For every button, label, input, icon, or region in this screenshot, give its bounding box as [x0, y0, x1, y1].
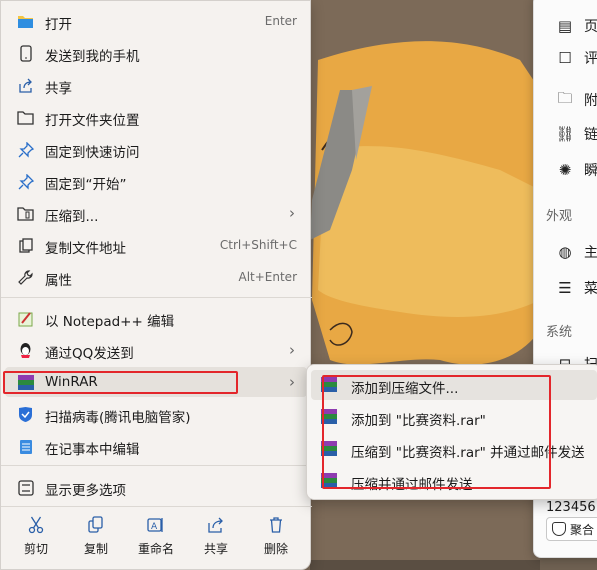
winrar-icon: [321, 473, 338, 490]
menu-divider: [1, 506, 312, 507]
winrar-icon: [321, 377, 338, 394]
more-options-icon: [17, 479, 34, 496]
link-icon: ⛓: [555, 125, 575, 143]
menu-item-edit-notepad[interactable]: 在记事本中编辑: [5, 431, 307, 461]
menu-icon: ☰: [558, 279, 572, 297]
wrench-icon: [17, 269, 34, 286]
shield-icon: [552, 522, 566, 536]
aperture-icon: ✺: [558, 161, 572, 179]
copy-icon: [70, 514, 122, 536]
chevron-right-icon: ›: [289, 204, 295, 222]
menu-divider: [1, 297, 312, 298]
submenu-item-compress-email[interactable]: 压缩并通过邮件发送...: [311, 466, 597, 496]
delete-button[interactable]: 删除: [250, 514, 302, 560]
panel-item-comment[interactable]: ☐ 评: [556, 47, 597, 69]
panel-item-page[interactable]: ▤ 页: [556, 15, 597, 37]
pin-icon: [17, 141, 34, 158]
menu-item-properties[interactable]: 属性 Alt+Enter: [5, 262, 307, 292]
winrar-icon: [17, 374, 34, 391]
share-icon: [190, 514, 242, 536]
rename-icon: A: [130, 514, 182, 536]
submenu-item-compress-email-rar[interactable]: 压缩到 "比赛资料.rar" 并通过邮件发送: [311, 434, 597, 464]
menu-item-winrar[interactable]: WinRAR ›: [5, 367, 307, 397]
chevron-right-icon: ›: [289, 341, 295, 359]
section-system: 系统: [546, 325, 573, 340]
winrar-icon: [321, 441, 338, 458]
menu-item-open[interactable]: 打开 Enter: [5, 6, 307, 36]
qq-icon: [17, 342, 34, 359]
section-appearance: 外观: [546, 209, 573, 224]
share-button[interactable]: 共享: [190, 514, 242, 560]
menu-item-virus-scan[interactable]: 扫描病毒(腾讯电脑管家): [5, 399, 307, 429]
folder-outline-icon: [17, 109, 34, 126]
copy-button[interactable]: 复制: [70, 514, 122, 560]
palette-icon: ◍: [558, 243, 572, 261]
menu-item-show-more-options[interactable]: 显示更多选项: [5, 472, 307, 502]
panel-item-link[interactable]: ⛓ 链: [555, 123, 597, 145]
chevron-right-icon: ›: [289, 373, 295, 391]
svg-text:A: A: [151, 522, 158, 532]
submenu-item-add-to-archive[interactable]: 添加到压缩文件...: [311, 370, 597, 400]
folder-icon: [17, 13, 34, 30]
panel-item-theme[interactable]: ◍ 主: [556, 241, 597, 263]
zip-folder-icon: [17, 205, 34, 222]
pin-icon: [17, 173, 34, 190]
phone-icon: [17, 45, 34, 62]
menu-item-open-folder-location[interactable]: 打开文件夹位置: [5, 102, 307, 132]
panel-item-attachment[interactable]: 🗀 附: [556, 89, 597, 111]
winrar-submenu: 添加到压缩文件... 添加到 "比赛资料.rar" 压缩到 "比赛资料.rar"…: [306, 364, 597, 500]
trash-icon: [250, 514, 302, 536]
menu-item-share[interactable]: 共享: [5, 70, 307, 100]
winrar-icon: [321, 409, 338, 426]
number-text: 123456: [546, 500, 596, 515]
rename-button[interactable]: A 重命名: [130, 514, 182, 560]
menu-item-notepadpp[interactable]: 以 Notepad++ 编辑: [5, 303, 307, 333]
copy-path-icon: [17, 237, 34, 254]
comment-icon: ☐: [558, 49, 572, 67]
share-icon: [17, 77, 34, 94]
shield-icon: [17, 406, 34, 423]
folder-icon: 🗀: [557, 88, 573, 107]
menu-item-pin-start[interactable]: 固定到“开始”: [5, 166, 307, 196]
panel-item-instant[interactable]: ✺ 瞬: [556, 159, 597, 181]
submenu-item-add-to-rar[interactable]: 添加到 "比赛资料.rar": [311, 402, 597, 432]
notepad-icon: [17, 438, 34, 455]
menu-item-pin-quick-access[interactable]: 固定到快速访问: [5, 134, 307, 164]
context-menu: 打开 Enter 发送到我的手机 共享 打开文件夹位置 固定到快速访问 固定到“…: [0, 0, 312, 570]
scissors-icon: [10, 514, 62, 536]
menu-item-copy-path[interactable]: 复制文件地址 Ctrl+Shift+C: [5, 230, 307, 260]
panel-item-menu[interactable]: ☰ 菜: [556, 277, 597, 299]
menu-item-send-to-phone[interactable]: 发送到我的手机: [5, 38, 307, 68]
menu-item-compress-to[interactable]: 压缩到... ›: [5, 198, 307, 228]
notepadpp-icon: [17, 310, 34, 327]
menu-divider: [1, 465, 312, 466]
menu-item-qq-send[interactable]: 通过QQ发送到 ›: [5, 335, 307, 365]
cut-button[interactable]: 剪切: [10, 514, 62, 560]
aggregate-badge[interactable]: 聚合: [546, 517, 597, 541]
page-icon: ▤: [557, 17, 573, 35]
